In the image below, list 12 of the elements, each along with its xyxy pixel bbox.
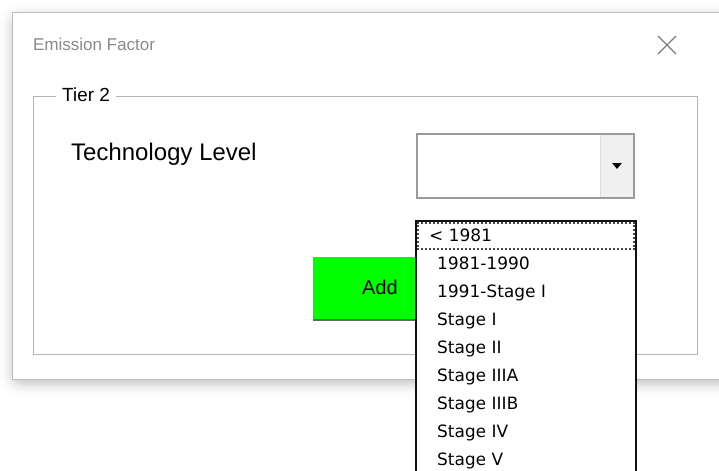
caret-icon [612, 163, 622, 169]
dropdown-item[interactable]: < 1981 [417, 222, 635, 250]
group-title: Tier 2 [61, 85, 111, 107]
dropdown-item[interactable]: Stage V [417, 446, 635, 471]
window-title: Emission Factor [33, 35, 155, 55]
dropdown-item[interactable]: Stage IIIA [417, 362, 635, 390]
dropdown-item[interactable]: Stage IIIB [417, 390, 635, 418]
combo-box[interactable] [416, 133, 635, 199]
field-label: Technology Level [71, 139, 258, 167]
dropdown-item[interactable]: Stage IV [417, 418, 635, 446]
close-icon[interactable] [657, 35, 677, 55]
dropdown-item[interactable]: Stage II [417, 334, 635, 362]
